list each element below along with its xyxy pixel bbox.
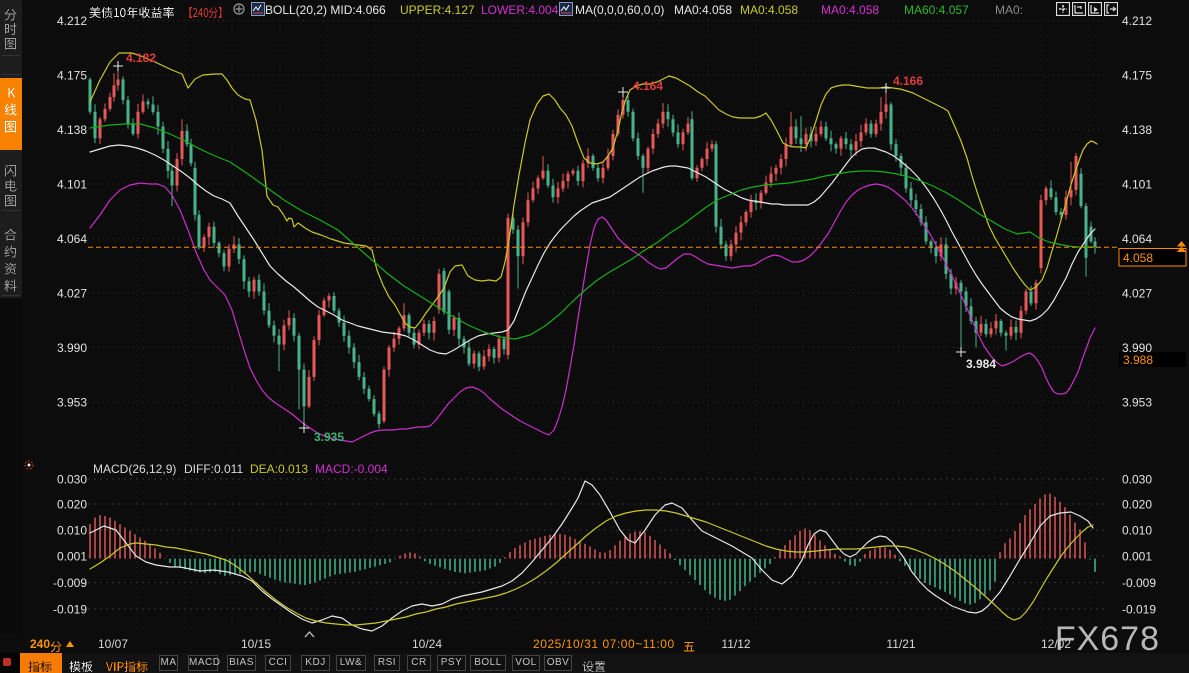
svg-text:4.175: 4.175 xyxy=(1122,69,1152,83)
svg-text:0.020: 0.020 xyxy=(1122,498,1152,512)
svg-text:11/21: 11/21 xyxy=(886,637,915,651)
svg-text:4.164: 4.164 xyxy=(633,79,663,93)
svg-text:3.953: 3.953 xyxy=(57,396,87,410)
svg-text:MACD:-0.004: MACD:-0.004 xyxy=(315,462,388,476)
svg-text:4.138: 4.138 xyxy=(1122,123,1152,137)
svg-text:10/15: 10/15 xyxy=(241,637,271,651)
svg-text:-0.019: -0.019 xyxy=(53,603,87,617)
svg-text:0.001: 0.001 xyxy=(1122,550,1152,564)
svg-text:-0.009: -0.009 xyxy=(53,576,87,590)
svg-text:3.984: 3.984 xyxy=(966,357,996,371)
svg-text:0.030: 0.030 xyxy=(57,473,87,487)
svg-text:4.175: 4.175 xyxy=(57,69,87,83)
svg-text:4.182: 4.182 xyxy=(126,51,156,65)
svg-text:10/07: 10/07 xyxy=(98,637,128,651)
svg-text:-0.019: -0.019 xyxy=(1122,603,1156,617)
svg-text:0.020: 0.020 xyxy=(57,498,87,512)
svg-text:DIFF:0.011: DIFF:0.011 xyxy=(184,462,243,476)
svg-text:4.101: 4.101 xyxy=(57,178,87,192)
svg-text:3.988: 3.988 xyxy=(1123,353,1153,367)
svg-text:4.027: 4.027 xyxy=(1122,287,1152,301)
svg-text:4.064: 4.064 xyxy=(1122,232,1152,246)
svg-text:11/12: 11/12 xyxy=(721,637,750,651)
svg-text:4.101: 4.101 xyxy=(1122,178,1152,192)
svg-text:4.064: 4.064 xyxy=(57,232,87,246)
svg-text:4.058: 4.058 xyxy=(1123,251,1153,265)
svg-text:3.935: 3.935 xyxy=(314,430,344,444)
svg-text:-0.009: -0.009 xyxy=(1122,576,1156,590)
svg-text:0.030: 0.030 xyxy=(1122,473,1152,487)
svg-text:4.138: 4.138 xyxy=(57,123,87,137)
svg-text:3.990: 3.990 xyxy=(57,341,87,355)
svg-text:3.953: 3.953 xyxy=(1122,396,1152,410)
svg-text:DEA:0.013: DEA:0.013 xyxy=(250,462,308,476)
svg-text:2025/10/31 07:00~11:00: 2025/10/31 07:00~11:00 xyxy=(533,637,675,651)
svg-text:0.010: 0.010 xyxy=(57,524,87,538)
svg-text:0.001: 0.001 xyxy=(57,550,87,564)
svg-text:12/02: 12/02 xyxy=(1041,637,1071,651)
svg-text:240: 240 xyxy=(30,637,50,651)
svg-text:10/24: 10/24 xyxy=(412,637,442,651)
svg-text:4.027: 4.027 xyxy=(57,287,87,301)
svg-text:MACD(26,12,9): MACD(26,12,9) xyxy=(93,462,176,476)
svg-text:4.166: 4.166 xyxy=(893,74,923,88)
svg-text:0.010: 0.010 xyxy=(1122,524,1152,538)
